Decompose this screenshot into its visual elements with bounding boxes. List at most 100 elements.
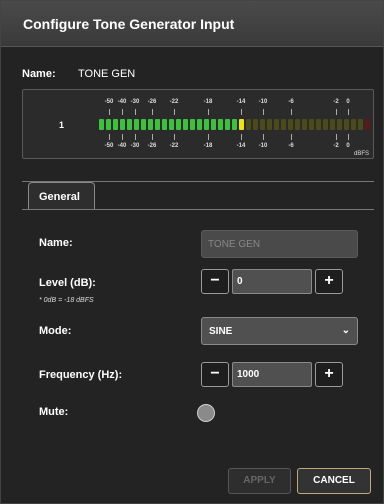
mode-field-label: Mode: <box>39 325 72 337</box>
meter-led <box>127 119 132 130</box>
meter-tick <box>109 109 110 115</box>
meter-led <box>267 119 272 130</box>
tab-general-label: General <box>39 191 80 203</box>
meter-scale-label: -18 <box>203 143 213 149</box>
meter-led <box>316 119 321 130</box>
meter-scale-label: -30 <box>130 99 140 105</box>
meter-scale-label: -2 <box>333 99 339 105</box>
chevron-down-icon: ⌄ <box>341 325 350 336</box>
meter-led <box>302 119 307 130</box>
meter-tick <box>109 134 110 140</box>
meter-led <box>190 119 195 130</box>
meter-led <box>204 119 209 130</box>
meter-scale-label: -6 <box>288 99 294 105</box>
meter-scale-top: -50 -40 -30 -26 -22 -18 -14 -10 -6 -2 0 <box>23 99 375 109</box>
input-name-value: TONE GEN <box>78 68 136 80</box>
meter-ticks-top <box>23 109 375 115</box>
meter-led <box>218 119 223 130</box>
meter-led <box>344 119 349 130</box>
meter-led <box>239 119 244 130</box>
meter-scale-label: -14 <box>236 99 246 105</box>
meter-scale-label: -40 <box>117 99 127 105</box>
frequency-increment-button[interactable]: + <box>315 362 343 387</box>
meter-tick <box>135 134 136 140</box>
meter-tick <box>263 109 264 115</box>
meter-tick <box>152 134 153 140</box>
meter-leds <box>99 119 371 130</box>
meter-led <box>141 119 146 130</box>
meter-tick <box>348 109 349 115</box>
frequency-decrement-button[interactable]: − <box>201 362 229 387</box>
meter-scale-label: -10 <box>258 143 268 149</box>
meter-tick <box>291 109 292 115</box>
meter-unit: dBFS <box>353 151 369 157</box>
cancel-button[interactable]: CANCEL <box>297 468 371 494</box>
name-field[interactable]: TONE GEN <box>201 230 358 258</box>
meter-led <box>330 119 335 130</box>
dialog-titlebar: Configure Tone Generator Input <box>1 1 383 47</box>
meter-led <box>309 119 314 130</box>
meter-led <box>106 119 111 130</box>
meter-led <box>113 119 118 130</box>
meter-tick <box>336 109 337 115</box>
meter-scale-bottom: -50 -40 -30 -26 -22 -18 -14 -10 -6 -2 0 <box>23 143 375 153</box>
meter-scale-label: -22 <box>169 143 179 149</box>
meter-led <box>232 119 237 130</box>
meter-scale-label: 0 <box>346 143 350 149</box>
meter-scale-label: -50 <box>104 143 114 149</box>
meter-led <box>337 119 342 130</box>
apply-button[interactable]: APPLY <box>228 468 291 494</box>
input-name-label: Name: <box>22 68 56 80</box>
meter-tick <box>208 109 209 115</box>
meter-tick <box>152 109 153 115</box>
meter-scale-label: -30 <box>130 143 140 149</box>
mute-field-label: Mute: <box>39 406 69 418</box>
mode-select[interactable]: SINE ⌄ <box>201 317 358 345</box>
meter-led <box>162 119 167 130</box>
level-increment-button[interactable]: + <box>315 269 343 294</box>
level-stepper: − 0 + <box>201 269 346 294</box>
meter-scale-label: -22 <box>169 99 179 105</box>
meter-led <box>148 119 153 130</box>
meter-led <box>183 119 188 130</box>
meter-tick <box>348 134 349 140</box>
frequency-field-label: Frequency (Hz): <box>39 369 123 381</box>
level-field-label: Level (dB): <box>39 277 96 289</box>
meter-led <box>246 119 251 130</box>
meter-ticks-bottom <box>23 134 375 140</box>
configure-tone-generator-dialog: Configure Tone Generator Input Name: TON… <box>0 0 384 504</box>
meter-led <box>260 119 265 130</box>
meter-tick <box>241 134 242 140</box>
meter-led <box>274 119 279 130</box>
meter-led <box>351 119 356 130</box>
panel-divider <box>22 209 374 210</box>
meter-led <box>323 119 328 130</box>
frequency-input[interactable]: 1000 <box>232 362 312 387</box>
meter-led <box>197 119 202 130</box>
meter-scale-label: -10 <box>258 99 268 105</box>
meter-tick <box>135 109 136 115</box>
level-input[interactable]: 0 <box>232 269 312 294</box>
meter-led <box>281 119 286 130</box>
meter-led <box>169 119 174 130</box>
meter-scale-label: -40 <box>117 143 127 149</box>
mute-toggle[interactable] <box>197 404 215 422</box>
meter-scale-label: -26 <box>147 143 157 149</box>
meter-tick <box>336 134 337 140</box>
meter-led <box>134 119 139 130</box>
dialog-title: Configure Tone Generator Input <box>23 16 235 32</box>
tab-general[interactable]: General <box>28 182 95 210</box>
meter-scale-label: -14 <box>236 143 246 149</box>
level-decrement-button[interactable]: − <box>201 269 229 294</box>
meter-scale-label: -26 <box>147 99 157 105</box>
meter-led <box>211 119 216 130</box>
level-note: * 0dB = -18 dBFS <box>39 297 94 304</box>
meter-tick <box>291 134 292 140</box>
meter-led <box>295 119 300 130</box>
input-name-row: Name: TONE GEN <box>22 68 135 80</box>
meter-scale-label: 0 <box>346 99 350 105</box>
meter-tick <box>122 109 123 115</box>
meter-led <box>176 119 181 130</box>
meter-tick <box>174 134 175 140</box>
meter-scale-label: -2 <box>333 143 339 149</box>
